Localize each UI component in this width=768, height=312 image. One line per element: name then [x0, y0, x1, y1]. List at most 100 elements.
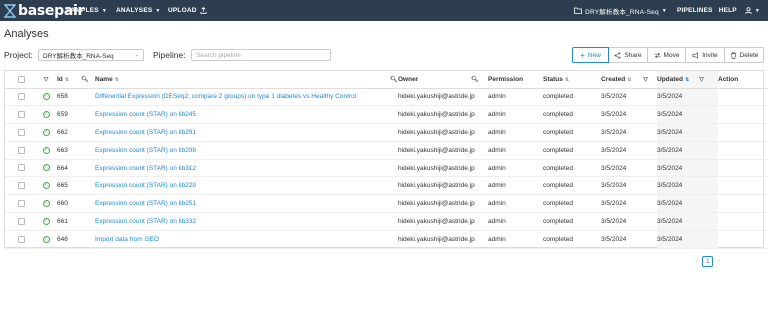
- analysis-name-link[interactable]: Expression count (STAR) on lib251: [95, 194, 390, 214]
- filter-icon[interactable]: ▽: [643, 77, 648, 83]
- cell-action[interactable]: [718, 88, 768, 107]
- column-header-updated[interactable]: Updated: [657, 76, 683, 83]
- cell-updated: 3/5/2024: [657, 230, 718, 249]
- analysis-name-link[interactable]: Expression count (STAR) on lib291: [95, 123, 390, 142]
- check-circle-icon: ✓: [42, 164, 50, 172]
- table-row[interactable]: ✓ 662 Expression count (STAR) on lib291 hid…: [5, 123, 768, 142]
- sort-icon[interactable]: ⇅: [565, 77, 569, 83]
- table-row[interactable]: ✓ 663 Expression count (STAR) on lib298 hid…: [5, 141, 768, 160]
- sort-desc-icon[interactable]: ⇅: [685, 77, 689, 83]
- table-row[interactable]: ✓ 661 Expression count (STAR) on lib332 hid…: [5, 212, 768, 231]
- cell-created: 3/5/2024: [601, 88, 657, 107]
- page-current[interactable]: 1: [702, 256, 714, 267]
- cell-status: completed: [543, 141, 601, 160]
- top-navbar: basepair SAMPLES ▼ ANALYSES ▼ UPLOAD DRY解析…: [0, 0, 768, 21]
- table-row[interactable]: ✓ 664 Expression count (STAR) on lib312 hid…: [5, 159, 768, 178]
- cell-created: 3/5/2024: [601, 230, 657, 249]
- pipeline-search-input[interactable]: Search pipeline: [191, 49, 331, 61]
- sort-icon[interactable]: ⇅: [627, 77, 631, 83]
- nav-upload[interactable]: UPLOAD: [168, 7, 207, 14]
- nav-pipelines[interactable]: PIPELINES: [677, 7, 713, 14]
- column-header-id[interactable]: Id: [57, 76, 63, 83]
- cell-owner: hideki.yakushiji@astride.jp: [398, 212, 488, 231]
- cell-status: completed: [543, 194, 601, 214]
- cell-action[interactable]: [718, 230, 768, 249]
- cell-action[interactable]: [718, 141, 768, 160]
- column-header-status[interactable]: Status: [543, 76, 563, 83]
- search-icon[interactable]: 🔍︎: [81, 77, 89, 83]
- previous-page-icon[interactable]: ‹: [696, 258, 698, 265]
- select-all-checkbox[interactable]: [18, 75, 25, 83]
- column-header-owner[interactable]: Owner: [398, 76, 418, 83]
- check-circle-icon: ✓: [42, 217, 50, 225]
- next-page-icon[interactable]: ›: [717, 258, 719, 265]
- cell-owner: hideki.yakushiji@astride.jp: [398, 105, 488, 125]
- analysis-name-link[interactable]: Expression count (STAR) on lib312: [95, 159, 390, 178]
- table-row[interactable]: ✓ 658 Differential Expression (DESeq2, com…: [5, 88, 768, 107]
- cell-id: 646: [57, 230, 81, 249]
- row-checkbox[interactable]: [18, 235, 25, 243]
- row-checkbox[interactable]: [18, 200, 25, 208]
- analysis-name-link[interactable]: Expression count (STAR) on lib245: [95, 105, 390, 125]
- cell-permission: admin: [488, 88, 543, 107]
- cell-status: completed: [543, 105, 601, 125]
- filter-icon[interactable]: ▽: [699, 77, 704, 83]
- move-button[interactable]: Move: [647, 47, 686, 63]
- table-row[interactable]: ✓ 659 Expression count (STAR) on lib245 hid…: [5, 105, 768, 125]
- cell-permission: admin: [488, 123, 543, 142]
- analysis-name-link[interactable]: Differential Expression (DESeq2, compare…: [95, 88, 390, 107]
- analysis-name-link[interactable]: Import data from GEO: [95, 230, 390, 249]
- nav-help[interactable]: HELP: [719, 7, 737, 14]
- page-title: Analyses: [4, 28, 49, 40]
- row-checkbox[interactable]: [18, 182, 25, 190]
- nav-samples[interactable]: SAMPLES ▼: [66, 7, 116, 14]
- row-checkbox[interactable]: [18, 146, 25, 154]
- filter-icon[interactable]: ▽: [44, 77, 49, 83]
- cell-action[interactable]: [718, 105, 768, 125]
- row-checkbox[interactable]: [18, 164, 25, 172]
- cell-created: 3/5/2024: [601, 212, 657, 231]
- column-header-created[interactable]: Created: [601, 76, 625, 83]
- sort-icon[interactable]: ⇅: [65, 77, 69, 83]
- column-header-permission[interactable]: Permission: [488, 76, 523, 83]
- share-button[interactable]: Share: [608, 47, 648, 63]
- table-row[interactable]: ✓ 660 Expression count (STAR) on lib251 hid…: [5, 194, 768, 214]
- cell-created: 3/5/2024: [601, 159, 657, 178]
- row-checkbox[interactable]: [18, 128, 25, 136]
- analysis-name-link[interactable]: Expression count (STAR) on lib229: [95, 176, 390, 196]
- table-row[interactable]: ✓ 665 Expression count (STAR) on lib229 hid…: [5, 176, 768, 196]
- invite-button[interactable]: Invite: [685, 47, 725, 63]
- cell-permission: admin: [488, 212, 543, 231]
- table-row[interactable]: ✓ 646 Import data from GEO hideki.yakushiji…: [5, 230, 768, 249]
- analysis-name-link[interactable]: Expression count (STAR) on lib332: [95, 212, 390, 231]
- row-checkbox[interactable]: [18, 93, 25, 101]
- cell-permission: admin: [488, 141, 543, 160]
- new-button[interactable]: + New: [572, 47, 609, 63]
- cell-updated: 3/5/2024: [657, 88, 718, 107]
- cell-owner: hideki.yakushiji@astride.jp: [398, 159, 488, 178]
- cell-owner: hideki.yakushiji@astride.jp: [398, 141, 488, 160]
- sort-icon[interactable]: ⇅: [115, 77, 119, 83]
- cell-status: completed: [543, 230, 601, 249]
- cell-action[interactable]: [718, 123, 768, 142]
- row-checkbox[interactable]: [18, 111, 25, 119]
- share-icon: [614, 51, 621, 59]
- project-select[interactable]: DRY解析教本_RNA-Seq ⌄: [38, 49, 144, 61]
- check-circle-icon: ✓: [42, 111, 50, 119]
- row-checkbox[interactable]: [18, 217, 25, 225]
- cell-action[interactable]: [718, 176, 768, 196]
- search-icon[interactable]: 🔍︎: [390, 77, 398, 83]
- cell-id: 665: [57, 176, 81, 196]
- project-menu[interactable]: DRY解析教本_RNA-Seq ▼: [574, 6, 667, 16]
- nav-analyses[interactable]: ANALYSES ▼: [116, 7, 168, 14]
- cell-action[interactable]: [718, 212, 768, 231]
- delete-button[interactable]: Delete: [724, 47, 764, 63]
- cell-action[interactable]: [718, 159, 768, 178]
- cell-created: 3/5/2024: [601, 141, 657, 160]
- column-header-name[interactable]: Name: [95, 76, 113, 83]
- search-icon[interactable]: 🔍︎: [471, 77, 479, 83]
- user-menu[interactable]: ▼: [745, 7, 760, 14]
- cell-action[interactable]: [718, 194, 768, 214]
- cell-status: completed: [543, 176, 601, 196]
- analysis-name-link[interactable]: Expression count (STAR) on lib298: [95, 141, 390, 160]
